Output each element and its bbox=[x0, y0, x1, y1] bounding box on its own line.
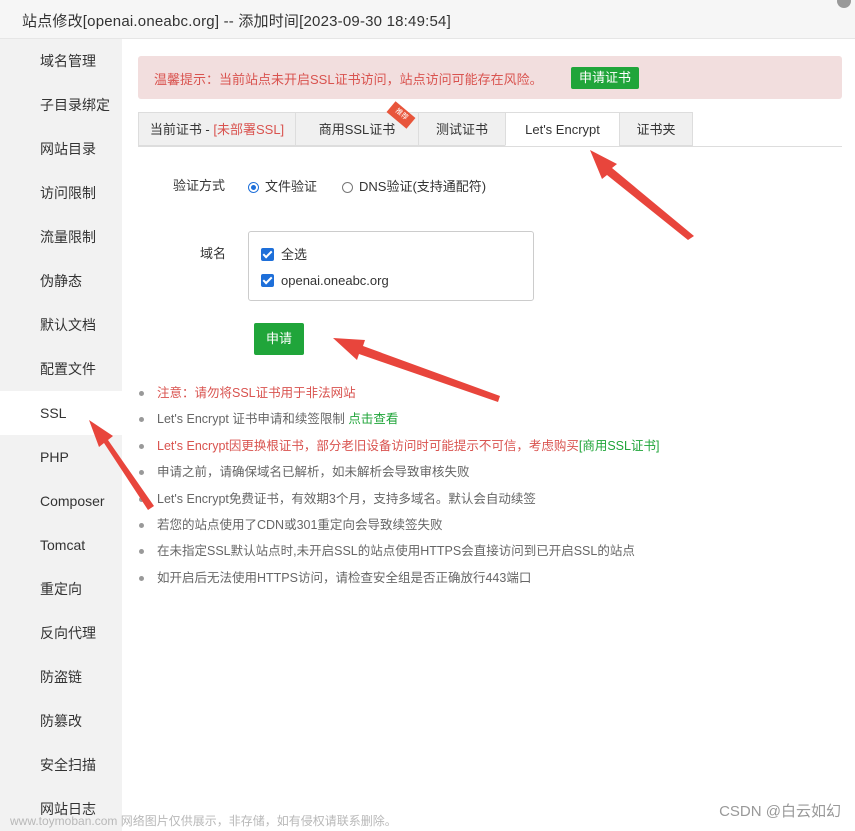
note-warning: 注意：请勿将SSL证书用于非法网站 bbox=[157, 386, 356, 400]
radio-file-verify-label: 文件验证 bbox=[265, 179, 318, 194]
tab-current-cert[interactable]: 当前证书 - [未部署SSL] bbox=[138, 112, 296, 146]
list-item: 若您的站点使用了CDN或301重定向会导致续签失败 bbox=[122, 512, 659, 538]
sidebar-item-subdir[interactable]: 子目录绑定 bbox=[0, 83, 122, 127]
commercial-ssl-link[interactable]: [商用SSL证书] bbox=[579, 439, 660, 453]
tab-test-cert[interactable]: 测试证书 bbox=[418, 112, 506, 146]
sidebar-item-config[interactable]: 配置文件 bbox=[0, 347, 122, 391]
tab-letsencrypt[interactable]: Let's Encrypt bbox=[505, 112, 620, 146]
radio-unchecked-icon bbox=[342, 182, 353, 193]
watermark-right: CSDN @白云如幻 bbox=[719, 803, 841, 820]
window-title: 站点修改[openai.oneabc.org] -- 添加时间[2023-09-… bbox=[22, 13, 451, 30]
checkbox-checked-icon bbox=[261, 274, 274, 287]
radio-dns-verify[interactable]: DNS验证(支持通配符) bbox=[342, 176, 486, 195]
ssl-warning-banner: 温馨提示：当前站点未开启SSL证书访问，站点访问可能存在风险。 申请证书 bbox=[138, 56, 842, 99]
tab-commercial-label: 商用SSL证书 bbox=[318, 122, 396, 137]
domain-label: 域名 bbox=[200, 246, 227, 261]
ssl-tabs: 当前证书 - [未部署SSL] 商用SSL证书 测试证书 Let's Encry… bbox=[138, 101, 842, 147]
window-titlebar: 站点修改[openai.oneabc.org] -- 添加时间[2023-09-… bbox=[0, 0, 855, 39]
list-item: Let's Encrypt免费证书，有效期3个月，支持多域名。默认会自动续签 bbox=[122, 486, 659, 512]
checkbox-checked-icon bbox=[261, 248, 274, 261]
list-item: Let's Encrypt因更换根证书，部分老旧设备访问时可能提示不可信，考虑购… bbox=[122, 433, 659, 459]
domain-item-label: openai.oneabc.org bbox=[281, 273, 389, 288]
apply-cert-button[interactable]: 申请证书 bbox=[571, 67, 640, 89]
list-item: 申请之前，请确保域名已解析，如未解析会导致审核失败 bbox=[122, 459, 659, 485]
select-all-label: 全选 bbox=[281, 247, 308, 262]
warning-text: 温馨提示：当前站点未开启SSL证书访问，站点访问可能存在风险。 bbox=[154, 72, 543, 87]
sidebar-item-traffic-limit[interactable]: 流量限制 bbox=[0, 215, 122, 259]
view-limit-link[interactable]: 点击查看 bbox=[348, 412, 398, 426]
sidebar-item-security-scan[interactable]: 安全扫描 bbox=[0, 743, 122, 787]
checkbox-select-all[interactable]: 全选 bbox=[261, 244, 307, 263]
radio-file-verify[interactable]: 文件验证 bbox=[248, 176, 317, 195]
sidebar-item-access-limit[interactable]: 访问限制 bbox=[0, 171, 122, 215]
tab-letsencrypt-label: Let's Encrypt bbox=[525, 122, 600, 137]
note-root-cert: Let's Encrypt因更换根证书，部分老旧设备访问时可能提示不可信，考虑购… bbox=[157, 438, 579, 453]
radio-checked-icon bbox=[248, 182, 259, 193]
note-limit-text: Let's Encrypt 证书申请和续签限制 bbox=[157, 412, 349, 427]
sidebar-item-proxy[interactable]: 反向代理 bbox=[0, 611, 122, 655]
list-item: 如开启后无法使用HTTPS访问，请检查安全组是否正确放行443端口 bbox=[122, 565, 659, 591]
checkbox-domain[interactable]: openai.oneabc.org bbox=[261, 273, 389, 288]
domain-select-box: 全选 openai.oneabc.org bbox=[248, 231, 534, 301]
sidebar-item-domain[interactable]: 域名管理 bbox=[0, 39, 122, 83]
sidebar-item-site-dir[interactable]: 网站目录 bbox=[0, 127, 122, 171]
main-panel: 温馨提示：当前站点未开启SSL证书访问，站点访问可能存在风险。 申请证书 当前证… bbox=[122, 39, 855, 831]
verify-method-label: 验证方式 bbox=[173, 178, 226, 193]
sidebar-item-php[interactable]: PHP bbox=[0, 435, 122, 479]
list-item: 注意：请勿将SSL证书用于非法网站 bbox=[122, 380, 659, 406]
sidebar-item-composer[interactable]: Composer bbox=[0, 479, 122, 523]
tab-current-cert-label: 当前证书 - bbox=[149, 122, 214, 137]
ssl-notes-list: 注意：请勿将SSL证书用于非法网站 Let's Encrypt 证书申请和续签限… bbox=[122, 380, 659, 591]
watermark-left: www.toymoban.com 网络图片仅供展示，非存储，如有侵权请联系删除。 bbox=[10, 814, 397, 828]
sidebar-item-tomcat[interactable]: Tomcat bbox=[0, 523, 122, 567]
tab-cert-folder[interactable]: 证书夹 bbox=[619, 112, 693, 146]
sidebar-item-hotlink[interactable]: 防盗链 bbox=[0, 655, 122, 699]
sidebar-item-redirect[interactable]: 重定向 bbox=[0, 567, 122, 611]
sidebar-item-rewrite[interactable]: 伪静态 bbox=[0, 259, 122, 303]
list-item: Let's Encrypt 证书申请和续签限制 点击查看 bbox=[122, 406, 659, 432]
radio-dns-verify-label: DNS验证(支持通配符) bbox=[359, 179, 487, 194]
sidebar-item-ssl[interactable]: SSL bbox=[0, 391, 122, 435]
close-icon[interactable] bbox=[837, 0, 851, 8]
apply-button[interactable]: 申请 bbox=[254, 323, 304, 355]
sidebar: 域名管理 子目录绑定 网站目录 访问限制 流量限制 伪静态 默认文档 配置文件 … bbox=[0, 39, 122, 831]
tab-current-cert-status: [未部署SSL] bbox=[213, 122, 285, 137]
sidebar-item-default-doc[interactable]: 默认文档 bbox=[0, 303, 122, 347]
tab-folder-label: 证书夹 bbox=[636, 122, 676, 137]
sidebar-item-tamper[interactable]: 防篡改 bbox=[0, 699, 122, 743]
list-item: 在未指定SSL默认站点时,未开启SSL的站点使用HTTPS会直接访问到已开启SS… bbox=[122, 538, 659, 564]
tab-test-label: 测试证书 bbox=[435, 122, 488, 137]
